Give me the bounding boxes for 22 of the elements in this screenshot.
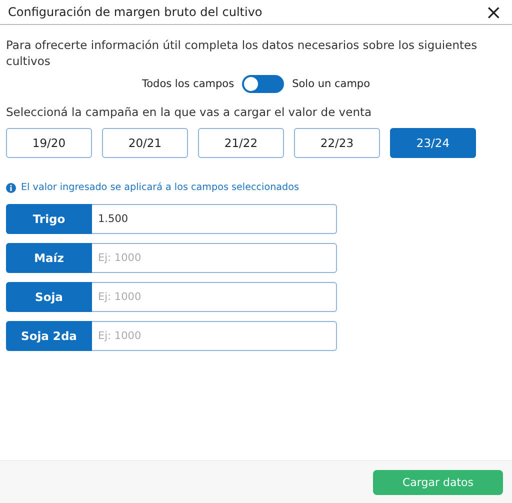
crop-label: Soja [6, 282, 92, 312]
close-button[interactable]: × [483, 2, 504, 22]
toggle-switch[interactable] [242, 75, 284, 93]
toggle-label: Solo un campo [292, 78, 370, 90]
campaign-tab[interactable]: 19/20 [6, 128, 92, 158]
crop-label: Trigo [6, 204, 92, 234]
dialog-title: Configuración de margen bruto del cultivo [8, 5, 262, 19]
value-field[interactable]: Ej: 1000 [92, 282, 337, 312]
crop-label: Maíz [6, 243, 92, 273]
toggle-label: Todos los campos [142, 78, 234, 90]
campaign-prompt: Seleccioná la campaña en la que vas a cargar el valor de venta [6, 105, 373, 119]
campaign-tab[interactable]: 22/23 [294, 128, 380, 158]
intro-text: Para ofrecerte información útil completa los datos necesarios sobre los siguientes cultivos [6, 37, 478, 69]
campaign-tab[interactable]: 23/24 [390, 128, 476, 158]
info-icon [6, 182, 16, 192]
value-field[interactable]: Ej: 1000 [92, 321, 337, 351]
campaign-tab[interactable]: 21/22 [198, 128, 284, 158]
campaign-tab[interactable]: 20/21 [102, 128, 188, 158]
value-field[interactable]: Ej: 1000 [92, 243, 337, 273]
value-field[interactable]: 1.500 [92, 204, 337, 234]
info-text: El valor ingresado se aplicará a los campos seleccionados [21, 182, 299, 193]
crop-label: Soja 2da [6, 321, 92, 351]
